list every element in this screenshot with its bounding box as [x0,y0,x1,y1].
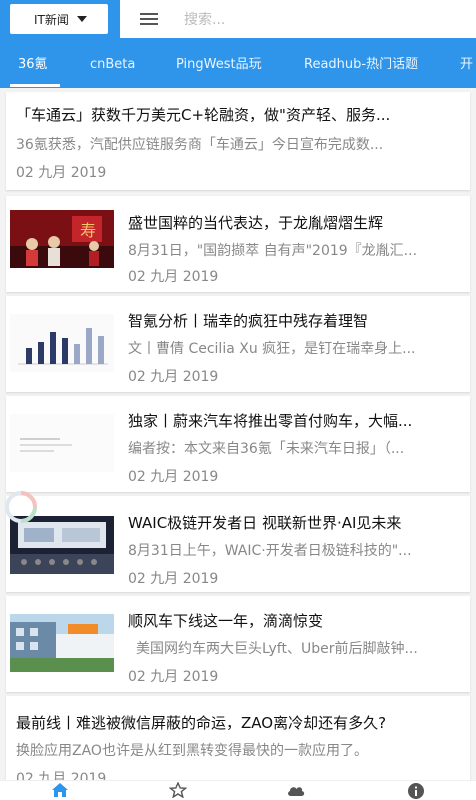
article-title: WAIC极链开发者日 视联新世界·AI见未来 [128,514,402,532]
tab-more[interactable]: 开 [460,38,473,88]
svg-text:寿: 寿 [80,221,96,240]
article-date: 02 九月 2019 [128,669,219,685]
article-summary: 换脸应用ZAO也许是从红到黑转变得最快的一款应用了。 [16,743,368,759]
article-date: 02 九月 2019 [128,369,219,385]
article-title: 顺风车下线这一年，滴滴惊变 [128,612,324,630]
article-card[interactable]: 「车通云」获数千万美元C+轮融资，做"资产轻、服务... 36氪获悉，汽配供应链… [6,92,470,190]
article-title: 最前线丨难逃被微信屏蔽的命运，ZAO离冷却还有多久? [16,714,387,732]
article-title: 智氪分析丨瑞幸的疯狂中残存着理智 [128,312,369,330]
search-placeholder[interactable]: 搜索... [184,9,225,29]
loading-spinner-icon [5,491,37,523]
article-title: 盛世国粹的当代表达，于龙胤熠熠生辉 [128,214,384,232]
category-label: IT新闻 [34,12,69,27]
article-card[interactable]: 独家丨蔚来汽车将推出零首付购车，大幅... 编者按：本文来自36氪「未来汽车日报… [6,396,470,492]
article-title: 「车通云」获数千万美元C+轮融资，做"资产轻、服务... [16,106,391,124]
menu-icon[interactable] [140,13,158,25]
article-thumbnail [10,314,114,372]
tab-cnbeta[interactable]: cnBeta [90,38,135,88]
home-icon[interactable] [50,782,70,800]
search-bar[interactable]: 搜索... [120,0,476,38]
article-date: 02 九月 2019 [16,165,107,181]
info-icon[interactable] [406,782,426,800]
tab-pingwest[interactable]: PingWest品玩 [176,38,262,88]
article-date: 02 九月 2019 [128,269,219,285]
article-date: 02 九月 2019 [128,571,219,587]
article-summary: 文丨曹倩 Cecilia Xu 疯狂，是钉在瑞幸身上... [128,341,416,357]
article-date: 02 九月 2019 [16,771,107,780]
chevron-down-icon [76,16,87,22]
article-list: 「车通云」获数千万美元C+轮融资，做"资产轻、服务... 36氪获悉，汽配供应链… [0,88,476,780]
article-summary: 美国网约车两大巨头Lyft、Uber前后脚敲钟... [136,641,418,657]
article-summary: 8月31日，"国韵撷萃 自有声"2019『龙胤汇... [128,243,418,259]
article-thumbnail [10,614,114,672]
cloud-icon[interactable] [286,782,306,800]
article-summary: 编者按：本文来自36氪「未来汽车日报」（... [128,441,405,457]
article-card[interactable]: WAIC极链开发者日 视联新世界·AI见未来 8月31日上午，WAIC·开发者日… [6,496,470,592]
tab-readhub[interactable]: Readhub-热门话题 [304,38,418,88]
article-card[interactable]: 智氪分析丨瑞幸的疯狂中残存着理智 文丨曹倩 Cecilia Xu 疯狂，是钉在瑞… [6,296,470,392]
category-dropdown[interactable]: IT新闻 [10,4,108,34]
top-app-bar: IT新闻 搜索... [0,0,476,38]
article-summary: 36氪获悉，汽配供应链服务商「车通云」今日宣布完成数... [16,137,384,153]
source-tabs: 36氪 cnBeta PingWest品玩 Readhub-热门话题 开 [0,38,476,88]
article-card[interactable]: 寿 盛世国粹的当代表达，于龙胤熠熠生辉 8月31日，"国韵撷萃 自有声"2019… [6,196,470,292]
bottom-navigation [0,780,476,800]
article-thumbnail: 寿 [10,210,114,268]
article-summary: 8月31日上午，WAIC·开发者日极链科技的"... [128,543,412,559]
article-title: 独家丨蔚来汽车将推出零首付购车，大幅... [128,412,413,430]
article-thumbnail [10,414,114,472]
active-tab-indicator [10,84,60,87]
tab-36kr[interactable]: 36氪 [18,38,48,88]
star-icon[interactable] [168,782,188,800]
article-date: 02 九月 2019 [128,469,219,485]
article-card[interactable]: 最前线丨难逃被微信屏蔽的命运，ZAO离冷却还有多久? 换脸应用ZAO也许是从红到… [6,696,470,780]
article-card[interactable]: 顺风车下线这一年，滴滴惊变 美国网约车两大巨头Lyft、Uber前后脚敲钟...… [6,596,470,692]
